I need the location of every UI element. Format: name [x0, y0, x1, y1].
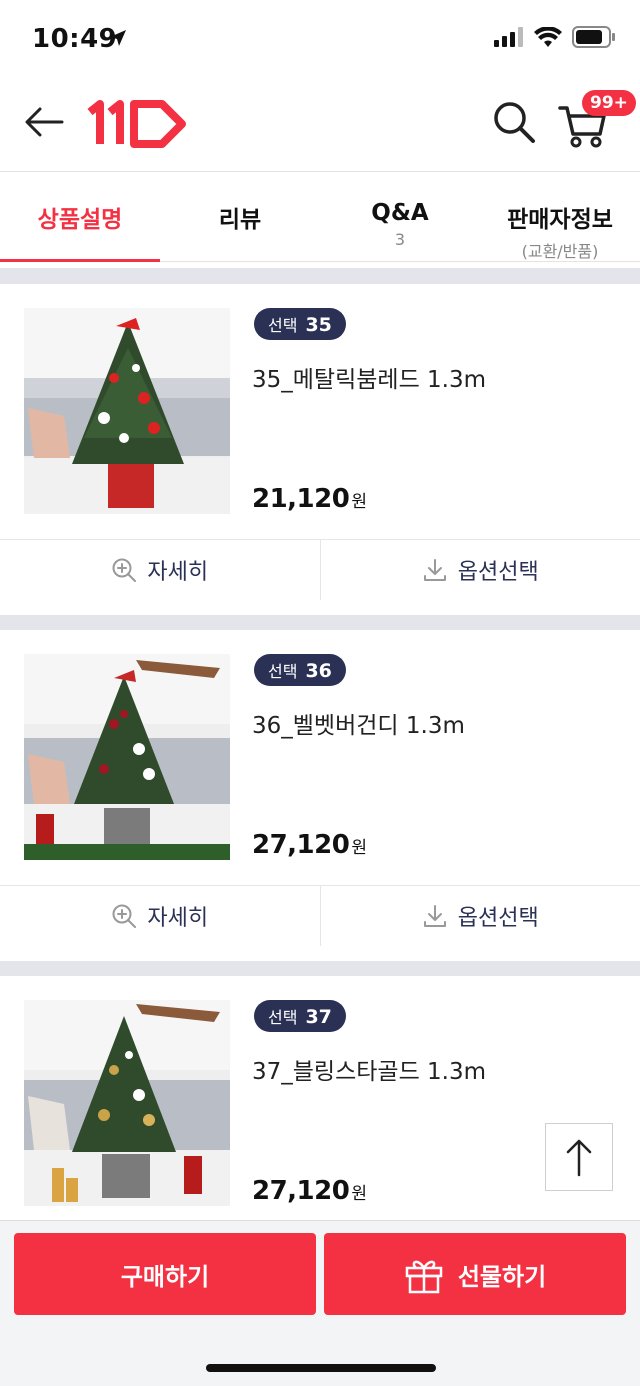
gift-label: 선물하기 — [457, 1262, 547, 1291]
option-badge-number: 36 — [305, 660, 332, 682]
price-value: 21,120 — [252, 484, 350, 514]
select-option-label: 옵션선택 — [457, 560, 539, 585]
battery-icon — [572, 26, 615, 48]
price-unit: 원 — [351, 838, 367, 858]
option-actions: 자세히 옵션선택 — [0, 886, 640, 946]
11st-logo[interactable] — [86, 100, 186, 148]
detail-button[interactable]: 자세히 — [0, 886, 320, 946]
buy-button[interactable]: 구매하기 — [14, 1233, 316, 1315]
tab-qna-count: 3 — [394, 230, 406, 249]
product-thumbnail[interactable] — [24, 308, 230, 514]
divider — [0, 262, 640, 284]
option-list: 선택 35 35_메탈릭붐레드 1.3m 21,120 원 자세히 옵션선택 선… — [0, 262, 640, 1220]
wifi-icon — [534, 27, 562, 47]
scroll-to-top-button[interactable] — [545, 1123, 613, 1191]
price-unit: 원 — [351, 492, 367, 512]
zoom-in-icon — [112, 904, 137, 928]
status-bar: 10:49 — [0, 0, 640, 78]
status-indicators — [494, 26, 616, 48]
option-badge-number: 35 — [305, 314, 332, 336]
signal-icon — [494, 27, 523, 47]
option-price: 27,120 원 — [252, 1176, 367, 1206]
tab-label: Q&A — [371, 200, 429, 226]
option-card: 선택 37 37_블링스타골드 1.3m 27,120 원 — [0, 976, 640, 1220]
status-time: 10:49 — [32, 24, 118, 54]
option-price: 21,120 원 — [252, 484, 367, 514]
option-card: 선택 35 35_메탈릭붐레드 1.3m 21,120 원 자세히 옵션선택 — [0, 284, 640, 615]
divider — [0, 615, 640, 630]
product-thumbnail[interactable] — [24, 1000, 230, 1206]
option-badge-label: 선택 — [268, 316, 298, 335]
tab-review[interactable]: 리뷰 — [160, 172, 320, 261]
back-arrow-icon[interactable] — [22, 100, 66, 144]
tab-qna[interactable]: Q&A 3 — [320, 172, 480, 261]
select-option-button[interactable]: 옵션선택 — [319, 886, 640, 946]
search-icon[interactable] — [490, 98, 538, 146]
price-value: 27,120 — [252, 1176, 350, 1206]
detail-button[interactable]: 자세히 — [0, 540, 320, 600]
option-name: 36_벨벳버건디 1.3m — [252, 713, 465, 739]
tab-label: 판매자정보 — [507, 207, 613, 233]
zoom-in-icon — [112, 558, 137, 582]
detail-label: 자세히 — [147, 560, 209, 585]
option-number-badge: 선택 35 — [254, 308, 346, 340]
select-option-label: 옵션선택 — [457, 906, 539, 931]
buy-label: 구매하기 — [120, 1262, 210, 1291]
location-arrow-icon — [110, 30, 126, 46]
option-actions: 자세히 옵션선택 — [0, 540, 640, 600]
price-value: 27,120 — [252, 830, 350, 860]
product-tabs: 상품설명 리뷰 Q&A 3 판매자정보 (교환/반품) — [0, 172, 640, 262]
option-badge-number: 37 — [305, 1006, 332, 1028]
option-price: 27,120 원 — [252, 830, 367, 860]
price-unit: 원 — [351, 1184, 367, 1204]
select-option-button[interactable]: 옵션선택 — [319, 540, 640, 600]
download-icon — [423, 905, 446, 927]
option-name: 35_메탈릭붐레드 1.3m — [252, 367, 487, 393]
detail-label: 자세히 — [147, 906, 209, 931]
option-badge-label: 선택 — [268, 662, 298, 681]
tab-label: 상품설명 — [37, 207, 123, 233]
cart-count-badge: 99+ — [582, 90, 636, 116]
product-thumbnail[interactable] — [24, 654, 230, 860]
tab-seller-info[interactable]: 판매자정보 (교환/반품) — [480, 172, 640, 261]
gift-button[interactable]: 선물하기 — [324, 1233, 626, 1315]
arrow-up-icon — [566, 1139, 592, 1177]
bottom-action-bar: 구매하기 선물하기 — [0, 1220, 640, 1386]
option-number-badge: 선택 36 — [254, 654, 346, 686]
option-number-badge: 선택 37 — [254, 1000, 346, 1032]
option-name: 37_블링스타골드 1.3m — [252, 1059, 487, 1085]
option-card-main: 선택 37 37_블링스타골드 1.3m 27,120 원 — [0, 976, 640, 1220]
tab-label: 리뷰 — [218, 207, 262, 233]
option-card-main: 선택 36 36_벨벳버건디 1.3m 27,120 원 — [0, 630, 640, 886]
option-badge-label: 선택 — [268, 1008, 298, 1027]
option-card: 선택 36 36_벨벳버건디 1.3m 27,120 원 자세히 옵션선택 — [0, 630, 640, 961]
home-indicator — [206, 1364, 436, 1372]
tab-seller-sub: (교환/반품) — [521, 242, 599, 261]
download-icon — [423, 559, 446, 581]
option-card-main: 선택 35 35_메탈릭붐레드 1.3m 21,120 원 — [0, 284, 640, 540]
header: 99+ — [0, 78, 640, 172]
gift-icon — [405, 1260, 443, 1294]
tab-description[interactable]: 상품설명 — [0, 172, 160, 262]
divider — [0, 961, 640, 976]
